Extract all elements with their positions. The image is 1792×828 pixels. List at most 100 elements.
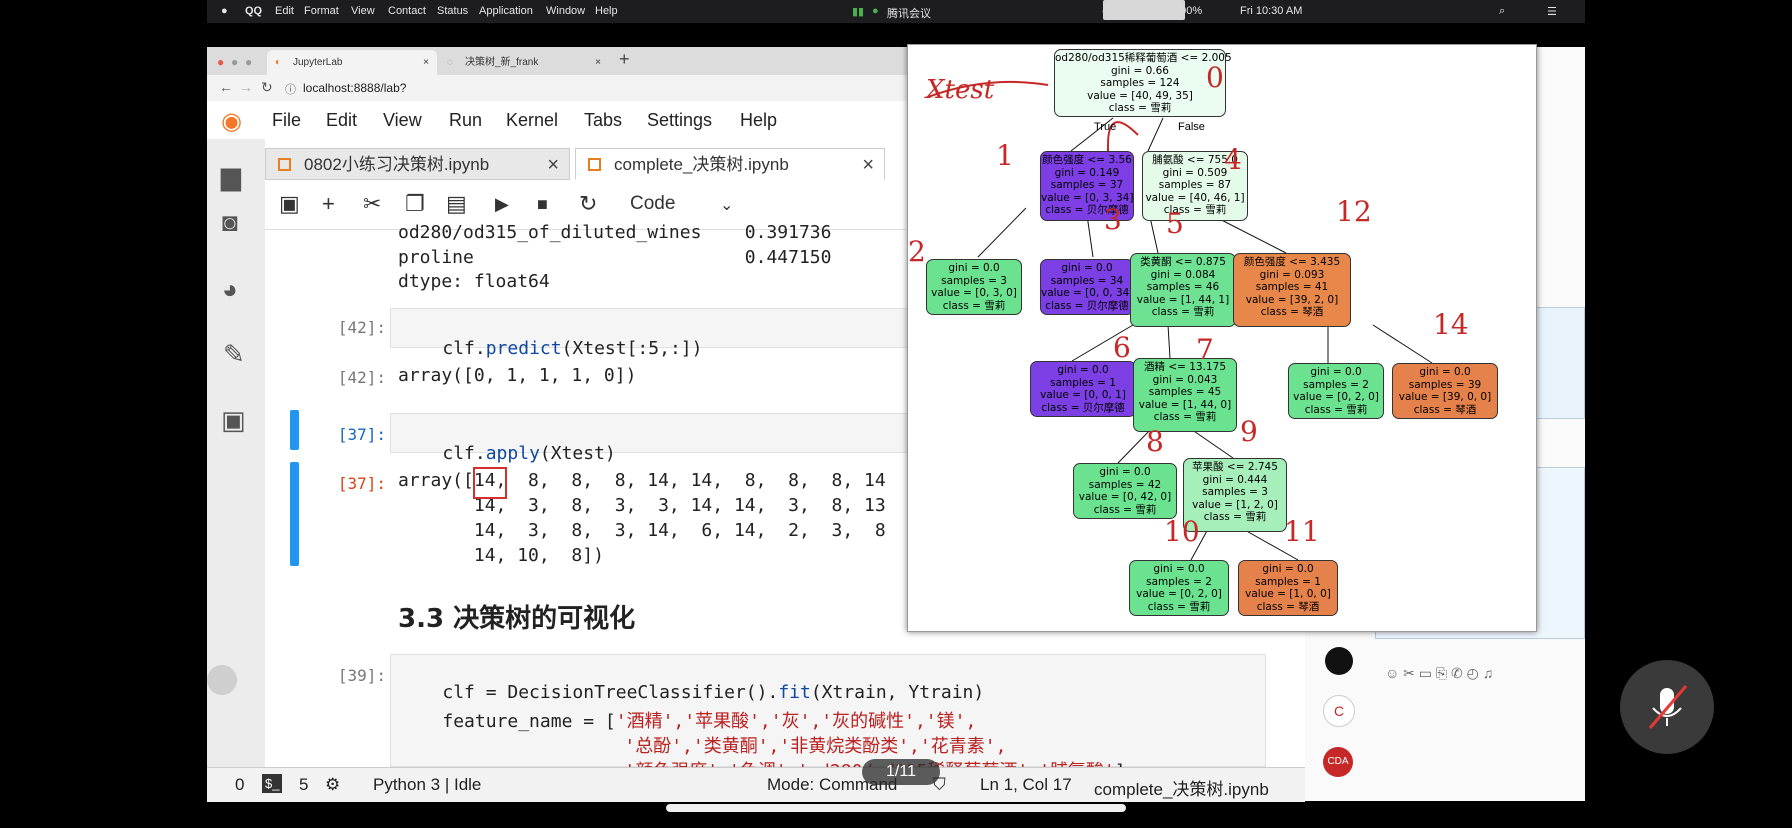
tree-node-line: 颜色强度 <= 3.435 [1243, 256, 1341, 268]
jmenu-edit[interactable]: Edit [326, 110, 357, 131]
kernel-status[interactable]: Python 3 | Idle [373, 775, 481, 795]
jmenu-run[interactable]: Run [449, 110, 482, 131]
menu-list-icon[interactable]: ☰ [1547, 5, 1557, 18]
folder-icon[interactable]: ▆ [221, 161, 241, 192]
close-icon[interactable]: × [595, 50, 601, 75]
tree-node-line: samples = 46 [1146, 281, 1220, 293]
notebook-icon [588, 158, 601, 171]
browser-tab-jupyterlab[interactable]: ◐ JupyterLab × [267, 50, 437, 75]
tree-node-line: 类黄酮 <= 0.875 [1140, 256, 1226, 268]
menubar-item-help[interactable]: Help [595, 5, 618, 17]
close-icon[interactable]: × [423, 50, 429, 75]
url-text[interactable]: localhost:8888/lab? [303, 81, 406, 95]
tree-node-line: samples = 34 [1050, 274, 1124, 287]
jmenu-help[interactable]: Help [740, 110, 777, 131]
forward-icon[interactable]: → [239, 79, 253, 95]
jmenu-kernel[interactable]: Kernel [506, 110, 558, 131]
tabs-icon[interactable]: ▣ [221, 405, 246, 436]
jupyter-favicon-icon: ◐ [275, 57, 282, 68]
tree-node-line: class = 雪莉 [942, 299, 1006, 312]
status-zero[interactable]: 0 [235, 775, 244, 795]
save-icon[interactable]: ▣ [279, 191, 300, 217]
wrench-icon[interactable]: ✎ [223, 339, 245, 370]
apple-icon[interactable]: ● [221, 5, 228, 17]
jmenu-file[interactable]: File [272, 110, 301, 131]
jmenu-view[interactable]: View [383, 110, 422, 131]
menubar-item-application[interactable]: Application [479, 5, 533, 17]
status-bar: 0 $_ 5 ⚙ Python 3 | Idle Mode: Command ⛉… [207, 767, 1305, 802]
tree-node-line: class = 雪莉 [1151, 306, 1215, 318]
highlight-box [473, 467, 507, 499]
avatar[interactable]: CDA [1323, 747, 1353, 777]
tree-node-line: gini = 0.444 [1202, 473, 1268, 486]
cursor-position[interactable]: Ln 1, Col 17 [980, 775, 1072, 795]
run-icon[interactable]: ▶ [495, 194, 509, 215]
close-icon[interactable]: × [862, 149, 874, 181]
browser-tab-tree[interactable]: ◌ 决策树_新_frank × [439, 50, 609, 75]
paste-icon[interactable]: ▤ [446, 191, 467, 217]
terminal-icon[interactable]: $_ [262, 774, 283, 793]
tree-node-line: samples = 41 [1255, 281, 1329, 293]
cell-39-editor[interactable]: clf = DecisionTreeClassifier().fit(Xtrai… [390, 654, 1266, 782]
menubar-app[interactable]: QQ [245, 5, 262, 17]
output-line: od280/od315_of_diluted_wines 0.391736 [398, 222, 832, 243]
tree-node-line: value = [40, 46, 1] [1145, 191, 1245, 204]
running-icon[interactable]: ◙ [222, 207, 238, 238]
tree-node-line: samples = 2 [1303, 378, 1369, 391]
handwritten-node-11: 11 [1284, 515, 1320, 548]
tree-node-line: samples = 1 [1255, 575, 1321, 588]
meeting-toolbar[interactable] [1103, 0, 1185, 20]
tree-node-n10: gini = 0.0 samples = 2 value = [0, 2, 0] cl… [1129, 560, 1229, 616]
menubar-item-edit[interactable]: Edit [275, 5, 294, 17]
section-heading: 3.3 决策树的可视化 [398, 604, 636, 634]
chat-tools-icons[interactable]: ☺ ✂ ▭ ⎘ ✆ ◴ ♫ [1385, 665, 1493, 682]
tab-complete-notebook[interactable]: complete_决策树.ipynb × [575, 148, 885, 180]
chevron-down-icon[interactable]: ⌄ [720, 195, 733, 215]
handwritten-node-2: 2 [908, 235, 926, 268]
menubar-item-format[interactable]: Format [304, 5, 339, 17]
menubar-item-contact[interactable]: Contact [388, 5, 426, 17]
avatar[interactable]: C [1323, 695, 1355, 727]
info-icon[interactable]: ⓘ [285, 81, 296, 97]
restart-icon[interactable]: ↻ [579, 191, 597, 217]
tree-node-line: class = 雪莉 [1163, 204, 1227, 216]
tree-node-line: gini = 0.0 [1262, 563, 1314, 575]
handwritten-node-1: 1 [996, 139, 1014, 172]
handwritten-node-6: 6 [1113, 331, 1131, 364]
handwritten-node-7: 7 [1196, 333, 1214, 366]
menubar-item-view[interactable]: View [351, 5, 375, 17]
back-icon[interactable]: ← [219, 79, 233, 95]
tree-node-line: class = 贝尔摩德 [1045, 299, 1129, 312]
tree-node-line: gini = 0.0 [1057, 364, 1109, 376]
avatar[interactable] [1325, 647, 1353, 675]
tab-0802-notebook[interactable]: 0802小练习决策树.ipynb × [265, 148, 570, 180]
mac-menubar: ● QQ Edit Format View Contact Status App… [207, 0, 1585, 23]
window-close-dot[interactable]: ● [217, 55, 224, 69]
window-max-dot[interactable]: ● [245, 55, 252, 69]
tree-node-line: samples = 45 [1148, 386, 1222, 398]
terminal-count[interactable]: 5 [299, 775, 308, 795]
add-cell-icon[interactable]: + [322, 191, 335, 217]
copy-icon[interactable]: ❐ [405, 191, 425, 217]
new-tab-icon[interactable]: + [619, 49, 630, 70]
cell-37-output-line: 14, 3, 8, 3, 3, 14, 14, 3, 8, 13 [398, 495, 886, 516]
jmenu-settings[interactable]: Settings [647, 110, 712, 131]
close-icon[interactable]: × [547, 149, 559, 181]
list-toggle-icon[interactable] [207, 665, 237, 695]
cut-icon[interactable]: ✂ [363, 191, 381, 217]
menubar-item-status[interactable]: Status [437, 5, 468, 17]
tree-node-line: samples = 87 [1158, 179, 1232, 191]
mute-button[interactable] [1620, 660, 1714, 754]
cpu-icon[interactable]: ⚙ [325, 775, 340, 795]
stop-icon[interactable]: ■ [537, 194, 548, 215]
menubar-item-window[interactable]: Window [546, 5, 585, 17]
reload-icon[interactable]: ↻ [261, 79, 273, 96]
window-min-dot[interactable]: ● [231, 55, 238, 69]
tree-node-line: value = [1, 44, 0] [1138, 398, 1232, 411]
jmenu-tabs[interactable]: Tabs [584, 110, 622, 131]
cell-type-select[interactable]: Code [630, 193, 675, 215]
palette-icon[interactable]: ◕ [222, 274, 238, 305]
tree-node-line: class = 琴酒 [1260, 306, 1324, 318]
search-icon[interactable]: ⌕ [1499, 5, 1505, 18]
meeting-title: 腾讯会议 [887, 8, 931, 20]
